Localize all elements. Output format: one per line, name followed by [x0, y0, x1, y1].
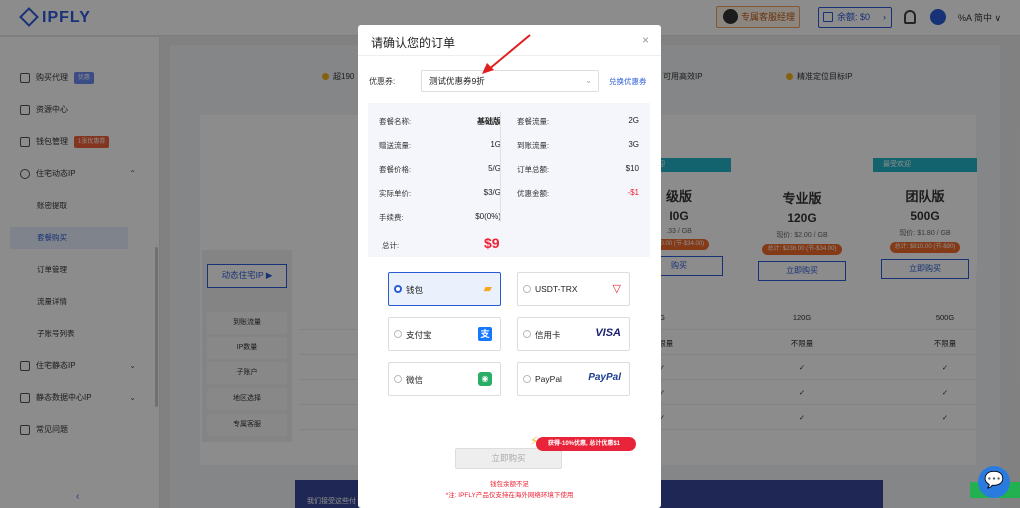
summary-key: 到账流量: [517, 141, 550, 150]
payment-alipay[interactable]: 支付宝 支 [388, 317, 501, 351]
total-value: $9 [484, 235, 500, 251]
annotation-arrow [482, 34, 531, 74]
summary-value: 基础版 [477, 117, 501, 126]
promo-badge: 获得-10%优惠, 总计优惠$1 [530, 434, 636, 451]
summary-value: $10 [625, 164, 639, 173]
wallet-icon: ▰ [483, 283, 492, 295]
visa-icon: VISA [595, 327, 621, 339]
total-label: 总计: [382, 241, 400, 250]
radio[interactable] [523, 375, 531, 383]
discount-value: -$1 [627, 188, 639, 197]
payment-credit-card[interactable]: 信用卡 VISA [517, 317, 630, 351]
tron-icon: ▽ [612, 283, 621, 295]
summary-key: 套餐流量: [517, 117, 550, 126]
payment-label: PayPal [535, 374, 562, 384]
order-confirm-dialog: 请确认您的订单 × 优惠券: 测试优惠券9折 ⌄ 兑换优惠券 [358, 25, 661, 508]
radio[interactable] [394, 285, 402, 293]
dialog-title: 请确认您的订单 [371, 36, 456, 50]
usage-note: *注: IPFLY产品仅支持在海外网络环境下使用 [445, 492, 574, 499]
summary-key: 订单总额: [517, 165, 550, 174]
coupon-label: 优惠券: [369, 77, 396, 86]
summary-key: 赠送流量: [379, 141, 412, 150]
summary-value: 2G [628, 116, 639, 125]
summary-value: $0(0%) [475, 212, 501, 221]
alipay-icon: 支 [478, 327, 492, 341]
divider [500, 112, 501, 222]
wechat-icon: ◉ [478, 372, 492, 386]
payment-usdt[interactable]: USDT-TRX ▽ [517, 272, 630, 306]
buy-now-button[interactable]: 立即购买 [455, 448, 562, 469]
summary-key: 套餐名称: [379, 117, 412, 126]
radio[interactable] [394, 375, 402, 383]
chat-icon[interactable]: 💬 [978, 466, 1010, 498]
payment-wechat[interactable]: 微信 ◉ [388, 362, 501, 396]
payment-label: 钱包 [406, 285, 424, 295]
chevron-down-icon: ⌄ [585, 76, 592, 85]
payment-paypal[interactable]: PayPal PayPal [517, 362, 630, 396]
summary-key: 优惠金额: [517, 189, 550, 198]
summary-value: 3G [628, 140, 639, 149]
summary-value: $3/G [483, 188, 501, 197]
paypal-icon: PayPal [588, 372, 621, 383]
insufficient-balance-warning: 钱包余额不足 [490, 481, 529, 488]
coupon-value: 测试优惠券9折 [429, 76, 485, 86]
radio[interactable] [523, 285, 531, 293]
payment-wallet[interactable]: 钱包 ▰ [388, 272, 501, 306]
payment-label: 支付宝 [406, 330, 432, 340]
payment-label: 微信 [406, 375, 424, 385]
radio[interactable] [523, 330, 531, 338]
redeem-coupon-link[interactable]: 兑换优惠券 [609, 76, 647, 87]
payment-label: 信用卡 [535, 330, 561, 340]
summary-key: 套餐价格: [379, 165, 412, 174]
payment-label: USDT-TRX [535, 284, 578, 294]
close-icon[interactable]: × [642, 33, 649, 47]
summary-key: 手续费: [379, 213, 404, 222]
summary-key: 实际单价: [379, 189, 412, 198]
radio[interactable] [394, 330, 402, 338]
